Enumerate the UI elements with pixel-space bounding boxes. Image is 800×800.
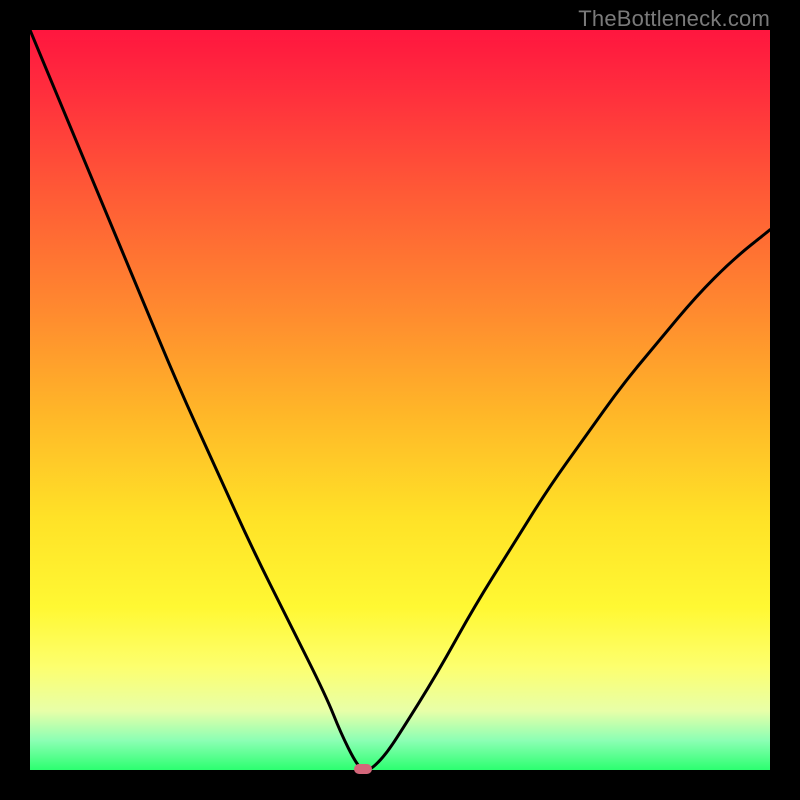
curve-svg bbox=[30, 30, 770, 770]
watermark-text: TheBottleneck.com bbox=[578, 6, 770, 32]
minimum-marker bbox=[354, 764, 372, 774]
bottleneck-curve bbox=[30, 30, 770, 770]
plot-area bbox=[30, 30, 770, 770]
chart-frame: TheBottleneck.com bbox=[0, 0, 800, 800]
